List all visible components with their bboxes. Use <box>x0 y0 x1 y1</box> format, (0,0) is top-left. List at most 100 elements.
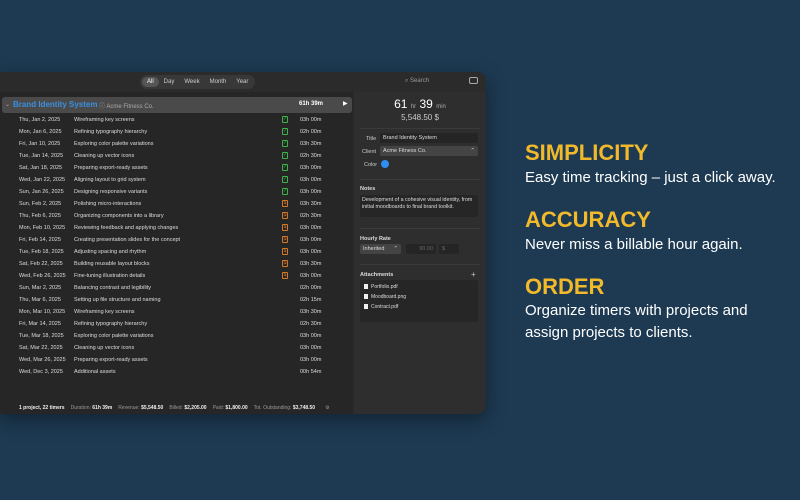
timer-duration: 02h 30m <box>300 213 322 219</box>
paid-check-icon: ✓ <box>282 176 288 183</box>
invoice-icon: $ <box>282 236 288 243</box>
timer-date: Thu, Mar 6, 2025 <box>19 297 61 303</box>
timer-duration: 02h 30m <box>300 321 322 327</box>
filter-day[interactable]: Day <box>159 77 180 87</box>
timer-duration: 03h 00m <box>300 237 322 243</box>
timer-row[interactable]: Tue, Jan 14, 2025 Cleaning up vector icon… <box>0 150 353 162</box>
timer-row[interactable]: Sun, Mar 2, 2025 Balancing contrast and l… <box>0 282 353 294</box>
timer-description: Polishing micro-interactions <box>74 201 142 207</box>
timer-row[interactable]: Wed, Dec 3, 2025 Additional assets 00h 54m <box>0 366 353 378</box>
timer-row[interactable]: Sun, Jan 26, 2025 Designing responsive va… <box>0 186 353 198</box>
timer-duration: 02h 00m <box>300 129 322 135</box>
filter-all[interactable]: All <box>142 77 159 87</box>
filter-year[interactable]: Year <box>231 77 253 87</box>
timer-row[interactable]: Wed, Feb 26, 2025 Fine-tuning illustratio… <box>0 270 353 282</box>
timer-row[interactable]: Thu, Jan 2, 2025 Wireframing key screens ✓… <box>0 114 353 126</box>
notes-textarea[interactable]: Development of a cohesive visual identit… <box>360 195 478 217</box>
paid-check-icon: ✓ <box>282 152 288 159</box>
divider <box>360 128 480 129</box>
project-duration: 61h 39m <box>299 101 324 107</box>
timer-row[interactable]: Sun, Feb 2, 2025 Polishing micro-interact… <box>0 198 353 210</box>
timer-date: Sat, Jan 18, 2025 <box>19 165 63 171</box>
timer-description: Setting up file structure and naming <box>74 297 161 303</box>
timer-row[interactable]: Sat, Jan 18, 2025 Preparing export-ready … <box>0 162 353 174</box>
timer-description: Cleaning up vector icons <box>74 153 135 159</box>
client-label: Client <box>362 149 377 155</box>
timer-row[interactable]: Fri, Jan 10, 2025 Exploring color palette… <box>0 138 353 150</box>
timer-row[interactable]: Sat, Feb 22, 2025 Building reusable layou… <box>0 258 353 270</box>
timer-row[interactable]: Thu, Mar 6, 2025 Setting up file structur… <box>0 294 353 306</box>
outstanding-stat: Tot. Outstanding: $3,748.50 <box>253 405 316 411</box>
timer-date: Tue, Feb 18, 2025 <box>19 249 64 255</box>
timer-duration: 03h 00m <box>300 357 322 363</box>
timer-date: Sat, Feb 22, 2025 <box>19 261 63 267</box>
timer-row[interactable]: Fri, Feb 14, 2025 Creating presentation s… <box>0 234 353 246</box>
timer-description: Cleaning up vector icons <box>74 345 135 351</box>
timer-row[interactable]: Sat, Mar 22, 2025 Cleaning up vector icon… <box>0 342 353 354</box>
timer-duration: 03h 00m <box>300 165 322 171</box>
file-icon <box>364 304 368 310</box>
timer-row[interactable]: Mon, Mar 10, 2025 Wireframing key screens… <box>0 306 353 318</box>
timer-row[interactable]: Thu, Feb 6, 2025 Organizing components in… <box>0 210 353 222</box>
color-swatch[interactable] <box>381 160 389 168</box>
file-icon <box>364 294 368 300</box>
timer-row[interactable]: Wed, Jan 22, 2025 Aligning layout to grid… <box>0 174 353 186</box>
timer-row[interactable]: Mon, Feb 10, 2025 Reviewing feedback and … <box>0 222 353 234</box>
app-window: All Day Week Month Year ⌕ Search ⌄ Brand… <box>0 72 486 414</box>
timer-date: Mon, Jan 6, 2025 <box>19 129 62 135</box>
title-label: Title <box>366 136 377 142</box>
client-select[interactable]: Acme Fitness Co. ⌃ <box>380 146 478 156</box>
paid-check-icon: ✓ <box>282 116 288 123</box>
period-filter: All Day Week Month Year <box>140 75 256 89</box>
add-attachment-button[interactable]: + <box>471 270 476 279</box>
search-placeholder: Search <box>410 78 430 84</box>
timer-description: Preparing export-ready assets <box>74 165 148 171</box>
play-icon[interactable]: ▶ <box>343 100 348 107</box>
timer-date: Wed, Feb 26, 2025 <box>19 273 66 279</box>
body-order: Organize timers with projects and assign… <box>525 302 748 341</box>
attachment-item[interactable]: Moodboard.png <box>364 294 406 300</box>
paid-check-icon: ✓ <box>282 188 288 195</box>
timer-date: Mon, Feb 10, 2025 <box>19 225 66 231</box>
timer-description: Exploring color palette variations <box>74 141 154 147</box>
search-field[interactable]: ⌕ Search <box>405 78 429 85</box>
timer-row[interactable]: Tue, Feb 18, 2025 Adjusting spacing and r… <box>0 246 353 258</box>
hourly-rate-label: Hourly Rate <box>360 236 391 242</box>
rate-mode-select[interactable]: Inherited ⌃ <box>360 244 401 254</box>
timer-duration: 03h 00m <box>300 345 322 351</box>
filter-month[interactable]: Month <box>205 77 232 87</box>
timer-row[interactable]: Fri, Mar 14, 2025 Refining typography hie… <box>0 318 353 330</box>
rate-input[interactable]: 90.00 <box>406 244 436 254</box>
paid-stat: Paid: $1,800.00 <box>212 405 248 411</box>
timer-row[interactable]: Tue, Mar 18, 2025 Exploring color palette… <box>0 330 353 342</box>
timer-description: Designing responsive variants <box>74 189 148 195</box>
toolbar: All Day Week Month Year ⌕ Search <box>0 72 486 92</box>
body-simplicity: Easy time tracking – just a click away. <box>525 169 776 186</box>
settings-icon[interactable]: ⚙ <box>325 405 329 411</box>
filter-week[interactable]: Week <box>179 77 204 87</box>
timer-row[interactable]: Mon, Jan 6, 2025 Refining typography hier… <box>0 126 353 138</box>
timer-row[interactable]: Wed, Mar 26, 2025 Preparing export-ready … <box>0 354 353 366</box>
currency-select[interactable]: $ <box>439 244 459 254</box>
color-label: Color <box>364 162 378 168</box>
project-client: ⓘ Acme Fitness Co. <box>99 104 154 110</box>
attachment-item[interactable]: Portfolio.pdf <box>364 284 398 290</box>
timer-date: Fri, Jan 10, 2025 <box>19 141 61 147</box>
body-accuracy: Never miss a billable hour again. <box>525 236 743 253</box>
title-input[interactable]: Brand Identity System <box>380 133 478 143</box>
attachment-item[interactable]: Contract.pdf <box>364 304 398 310</box>
attachments-label: Attachments <box>360 272 394 278</box>
timer-description: Exploring color palette variations <box>74 333 154 339</box>
timer-date: Tue, Mar 18, 2025 <box>19 333 64 339</box>
sidebar-toggle-icon[interactable] <box>469 77 478 84</box>
timer-description: Additional assets <box>74 369 116 375</box>
timer-date: Mon, Mar 10, 2025 <box>19 309 66 315</box>
project-group-header[interactable]: ⌄ Brand Identity System ⓘ Acme Fitness C… <box>2 97 352 113</box>
timer-duration: 03h 30m <box>300 309 322 315</box>
status-bar: 1 project, 22 timers Duration: 61h 39m R… <box>0 402 353 414</box>
timer-duration: 03h 00m <box>300 225 322 231</box>
invoice-icon: $ <box>282 224 288 231</box>
chevron-down-icon[interactable]: ⌄ <box>5 101 10 108</box>
timer-date: Tue, Jan 14, 2025 <box>19 153 64 159</box>
timer-description: Building reusable layout blocks <box>74 261 150 267</box>
